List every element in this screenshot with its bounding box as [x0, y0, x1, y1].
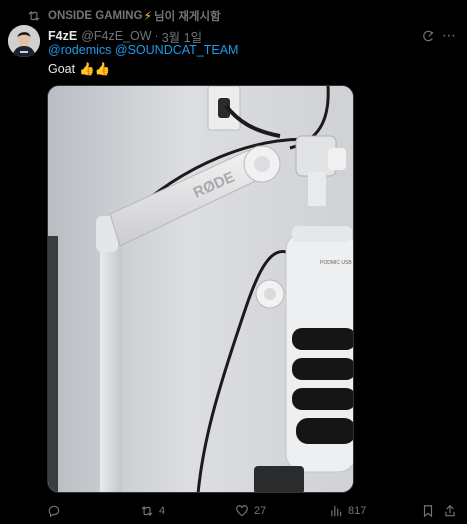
- reply-icon: [48, 505, 60, 518]
- author-display-name[interactable]: F4zE: [48, 29, 77, 43]
- separator: ·: [154, 29, 159, 43]
- repost-button[interactable]: 4: [140, 502, 165, 520]
- tweet-text-content: Goat: [48, 62, 76, 76]
- share-button[interactable]: [443, 502, 457, 520]
- avatar[interactable]: [8, 25, 40, 57]
- mic-label-text: PODMIC USB: [320, 260, 352, 266]
- heart-icon: [236, 505, 248, 517]
- tweet-text: Goat 👍👍: [48, 60, 110, 78]
- mention-soundcat[interactable]: @SOUNDCAT_TEAM: [115, 43, 239, 57]
- repost-suffix: 님이 재게시함: [154, 11, 221, 23]
- like-button[interactable]: 27: [235, 502, 266, 520]
- repost-context: ONSIDE GAMING ⚡ 님이 재게시함: [27, 8, 221, 24]
- tweet-actions: 4 27 817: [47, 502, 455, 520]
- repost-icon: [28, 11, 40, 21]
- tweet-mentions: @rodemics @SOUNDCAT_TEAM: [48, 43, 238, 59]
- grok-icon[interactable]: [421, 29, 435, 43]
- repost-icon: [141, 506, 153, 516]
- more-options-icon[interactable]: ⋯: [441, 27, 457, 43]
- share-icon: [445, 505, 455, 517]
- author-handle[interactable]: @F4zE_OW: [81, 29, 151, 43]
- thumbs-up-icon: 👍👍: [79, 61, 111, 76]
- lightning-icon: ⚡: [143, 9, 152, 23]
- reposter-name[interactable]: ONSIDE GAMING: [48, 10, 143, 22]
- tweet-media-image[interactable]: RØDE PODMIC USB: [47, 85, 354, 493]
- views-count: 817: [348, 505, 367, 517]
- reply-button[interactable]: [47, 502, 66, 520]
- bookmark-button[interactable]: [421, 502, 435, 520]
- mention-rodemics[interactable]: @rodemics: [48, 43, 111, 57]
- views-button[interactable]: 817: [329, 502, 366, 520]
- repost-count: 4: [159, 505, 166, 517]
- tweet[interactable]: ONSIDE GAMING ⚡ 님이 재게시함 F4zE @F4zE_OW · …: [0, 0, 467, 524]
- like-count: 27: [254, 505, 267, 517]
- bookmark-icon: [423, 505, 433, 517]
- views-icon: [331, 505, 342, 517]
